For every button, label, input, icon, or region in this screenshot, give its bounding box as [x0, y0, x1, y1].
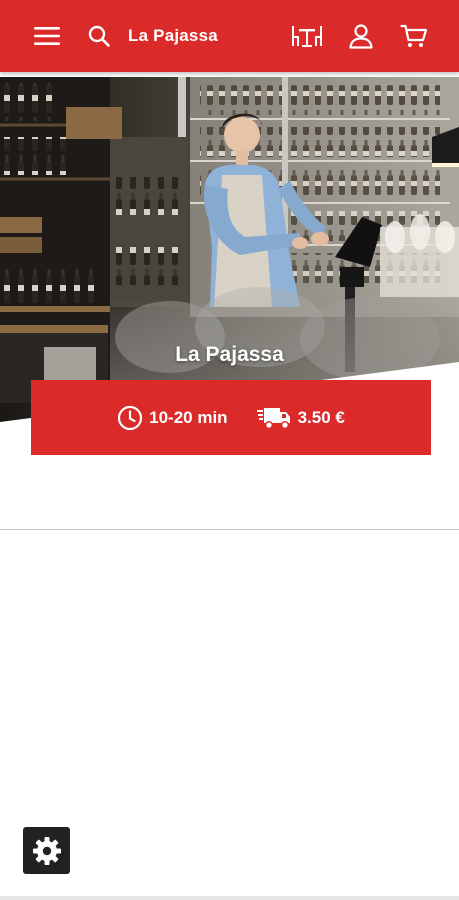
restaurant-table-icon: [292, 26, 322, 47]
delivery-fee-value: 3.50 €: [297, 407, 345, 427]
app-page: La Pajassa La Pajassa 10-20 min 3.50 €: [0, 0, 459, 900]
table-reservation-button[interactable]: [289, 20, 325, 52]
search-button[interactable]: [83, 20, 115, 52]
page-title: La Pajassa: [128, 26, 218, 45]
cart-icon: [400, 24, 428, 47]
delivery-truck-icon: [256, 407, 290, 429]
restaurant-name: La Pajassa: [175, 343, 284, 366]
section-divider: [0, 529, 459, 530]
menu-button[interactable]: [31, 20, 63, 52]
delivery-fee: 3.50 €: [256, 405, 345, 431]
user-icon: [349, 24, 373, 49]
menu-icon: [34, 27, 60, 45]
account-button[interactable]: [345, 20, 377, 52]
delivery-time-value: 10-20 min: [149, 407, 228, 427]
cart-button[interactable]: [398, 20, 430, 52]
bottom-edge: [0, 896, 459, 900]
delivery-info-bar: 10-20 min 3.50 €: [31, 380, 431, 455]
top-app-bar: La Pajassa: [0, 0, 459, 72]
search-icon: [88, 25, 110, 47]
gear-icon: [32, 836, 61, 865]
clock-icon: [118, 405, 143, 430]
delivery-time: 10-20 min: [117, 405, 228, 431]
settings-button[interactable]: [23, 827, 70, 874]
